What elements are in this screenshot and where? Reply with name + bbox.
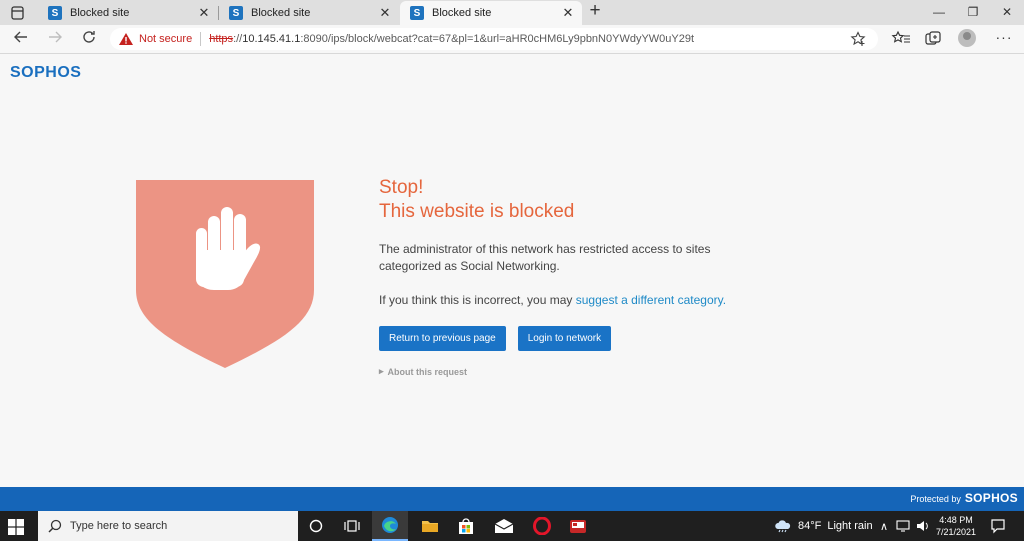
tab-label: Blocked site (251, 7, 311, 19)
tab-2[interactable]: S Blocked site ✕ (219, 1, 399, 25)
url-scheme: https (209, 33, 234, 45)
mail-icon[interactable] (486, 511, 522, 541)
restriction-message: The administrator of this network has re… (379, 242, 711, 273)
minimize-button[interactable]: — (924, 2, 954, 22)
back-button[interactable] (10, 29, 32, 49)
cortana-icon[interactable] (298, 511, 334, 541)
sophos-favicon-icon: S (410, 6, 424, 20)
edge-browser-icon[interactable] (372, 511, 408, 541)
blocked-shield-hand-icon (136, 180, 314, 368)
forward-button[interactable] (44, 29, 66, 49)
tab-close-icon[interactable]: ✕ (560, 5, 576, 21)
refresh-icon (83, 31, 95, 43)
url-path: :8090/ips/block/webcat?cat=67&pl=1&url=a… (300, 33, 695, 45)
url-separator: :// (233, 33, 243, 45)
tab-1[interactable]: S Blocked site ✕ (38, 1, 218, 25)
restore-button[interactable]: ❐ (958, 2, 988, 22)
protected-by-label: Protected by (910, 494, 961, 504)
settings-more-button[interactable]: ··· (994, 29, 1014, 49)
favorites-icon[interactable] (890, 29, 912, 49)
login-to-network-button[interactable]: Login to network (517, 326, 612, 351)
task-view-icon[interactable] (334, 511, 370, 541)
protected-by: Protected by SOPHOS (910, 491, 1018, 505)
block-message-panel: Stop! This website is blocked The admini… (379, 176, 739, 377)
search-icon (48, 519, 62, 533)
chevron-right-icon: ▸ (379, 366, 384, 376)
rain-cloud-icon (775, 520, 791, 533)
tab-close-icon[interactable]: ✕ (196, 5, 212, 21)
chevron-up-icon[interactable]: ∧ (880, 520, 888, 533)
sophos-favicon-icon: S (48, 6, 62, 20)
windows-taskbar: Type here to search 84°F Light rain ∧ 4:… (0, 511, 1024, 541)
navigation-bar: Not secure https :// 10.145.41.1 :8090/i… (0, 25, 1024, 54)
weather-description: Light rain (827, 520, 873, 532)
collections-icon[interactable] (922, 29, 944, 49)
microsoft-store-icon[interactable] (448, 511, 484, 541)
warning-triangle-icon (119, 33, 133, 45)
omnibox-divider (200, 32, 202, 46)
url-host: 10.145.41.1 (242, 33, 301, 45)
tab-strip: S Blocked site ✕ S Blocked site ✕ S Bloc… (0, 0, 1024, 25)
windows-start-icon[interactable] (8, 519, 24, 535)
search-placeholder: Type here to search (70, 520, 168, 532)
weather-widget[interactable]: 84°F Light rain (774, 511, 873, 541)
taskbar-search-box[interactable]: Type here to search (38, 511, 298, 541)
page-footer: Protected by SOPHOS (0, 487, 1024, 511)
add-favorite-star-icon[interactable] (850, 31, 866, 47)
footer-sophos-logo: SOPHOS (964, 491, 1018, 505)
incorrect-message: If you think this is incorrect, you may … (379, 292, 739, 309)
file-explorer-icon[interactable] (412, 511, 448, 541)
app-red-icon[interactable] (560, 511, 596, 541)
address-bar[interactable]: Not secure https :// 10.145.41.1 :8090/i… (110, 28, 878, 50)
action-buttons: Return to previous page Login to network (379, 326, 739, 351)
new-tab-button[interactable]: + (584, 1, 606, 22)
stop-heading: Stop! (379, 177, 424, 198)
notification-center-icon[interactable] (990, 518, 1006, 534)
tab-actions-icon[interactable] (6, 3, 28, 23)
weather-temp: 84°F (798, 520, 822, 532)
close-window-button[interactable]: ✕ (992, 2, 1022, 22)
suggest-suffix: . (722, 293, 727, 307)
about-request-label: About this request (387, 366, 468, 377)
suggest-category-link[interactable]: suggest a different category (576, 293, 723, 307)
not-secure-label[interactable]: Not secure (139, 33, 192, 45)
sophos-logo: SOPHOS (10, 64, 82, 81)
tab-3-active[interactable]: S Blocked site ✕ (400, 1, 582, 25)
tab-label: Blocked site (432, 7, 492, 19)
tab-close-icon[interactable]: ✕ (377, 5, 393, 21)
clock-time: 4:48 PM (939, 515, 973, 525)
profile-avatar[interactable] (958, 29, 976, 47)
opera-icon[interactable] (524, 511, 560, 541)
taskbar-clock[interactable]: 4:48 PM 7/21/2021 (928, 514, 984, 538)
back-arrow-icon (14, 31, 27, 43)
network-icon[interactable] (896, 520, 910, 532)
clock-date: 7/21/2021 (935, 527, 977, 537)
sophos-favicon-icon: S (229, 6, 243, 20)
refresh-button[interactable] (78, 29, 100, 49)
system-tray-icons: ∧ (880, 511, 930, 541)
return-to-previous-page-button[interactable]: Return to previous page (379, 326, 506, 351)
blocked-heading: This website is blocked (379, 201, 575, 222)
forward-arrow-icon (49, 31, 62, 43)
about-request-toggle[interactable]: ▸ About this request (379, 366, 739, 377)
incorrect-prefix: If you think this is incorrect, you may (379, 293, 576, 307)
tab-label: Blocked site (70, 7, 130, 19)
